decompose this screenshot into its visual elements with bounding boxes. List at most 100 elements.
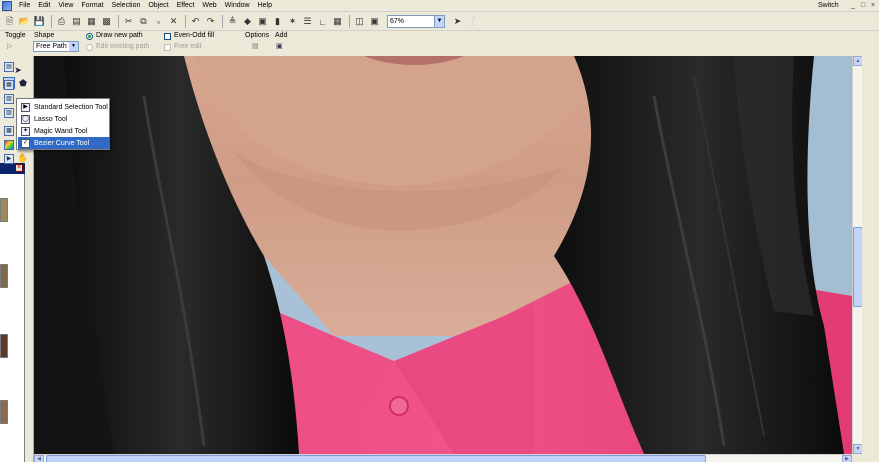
menu-selection[interactable]: Selection [108,0,145,12]
redo-icon[interactable]: ↷ [204,15,217,28]
menu-bar: File Edit View Format Selection Object E… [0,0,879,12]
docked-panel [0,174,25,462]
chevron-down-icon[interactable]: ▼ [69,42,78,51]
edit-existing-path-radio[interactable] [86,44,93,51]
bezier-curve-tool-item[interactable]: ✓ Bezier Curve Tool [18,137,110,149]
close-icon[interactable]: × [15,164,23,172]
toolbar-separator [349,15,350,28]
image-tools-icon[interactable]: ▩ [100,15,113,28]
toggle-label: Toggle [5,32,26,39]
paint-shape-icon[interactable]: ⬟ [17,77,29,89]
arrange-icon[interactable]: ◆ [241,15,254,28]
fonts-panel-icon[interactable]: ▶ [4,154,14,164]
options-label: Options [245,32,270,39]
draw-new-path-radio[interactable] [86,33,93,40]
magic-wand-icon: ✦ [21,126,30,136]
save-icon[interactable]: 💾 [33,15,46,28]
shape-select[interactable]: Free Path ▼ [33,41,79,52]
pages-panel-icon[interactable]: ▤ [4,62,14,72]
horizontal-scrollbar[interactable]: ◀ ▶ [34,454,852,462]
scroll-right-icon[interactable]: ▶ [842,455,852,462]
scroll-left-icon[interactable]: ◀ [34,455,44,462]
magic-wand-tool-item[interactable]: ✦ Magic Wand Tool [18,125,110,137]
menu-item-label: Standard Selection Tool [34,103,108,111]
paste-icon[interactable]: ▫ [152,15,165,28]
thumbnail[interactable] [0,198,8,222]
toolbar-separator [118,15,119,28]
menu-item-label: Magic Wand Tool [34,127,88,135]
context-help-icon[interactable]: ❔ [466,15,479,28]
restore-icon[interactable]: □ [859,2,867,10]
view-mode-icon[interactable]: ◫ [353,15,366,28]
close-icon[interactable]: × [869,2,877,10]
preview-icon[interactable]: ▣ [368,15,381,28]
undo-icon[interactable]: ↶ [189,15,202,28]
zoom-select[interactable]: 67% ▼ [387,15,445,28]
vertical-scrollbar[interactable]: ▲ ▼ [852,56,863,454]
bitmap-panel-icon[interactable]: ▩ [4,126,14,136]
menu-item-label: Lasso Tool [34,115,68,123]
shape-value: Free Path [36,43,67,50]
toolbar-separator [51,15,52,28]
menu-object[interactable]: Object [144,0,172,12]
gallery-panel-icon[interactable]: ▨ [4,108,14,118]
switch-button[interactable]: Switch [818,0,839,12]
menu-effect[interactable]: Effect [173,0,199,12]
menu-file[interactable]: File [15,0,34,12]
rotate-icon[interactable]: ✶ [286,15,299,28]
standard-selection-tool-item[interactable]: ▶ Standard Selection Tool [18,101,110,113]
guides-icon[interactable]: ☰ [301,15,314,28]
thumbnail[interactable] [0,334,8,358]
color-panel-icon[interactable] [4,140,14,150]
zoom-value: 67% [390,18,405,25]
lasso-tool-item[interactable]: ◯ Lasso Tool [18,113,110,125]
menu-edit[interactable]: Edit [34,0,54,12]
even-odd-fill-checkbox[interactable] [164,33,171,40]
selection-tool-flyout: ▶ Standard Selection Tool ◯ Lasso Tool ✦… [16,98,110,150]
thumbnail[interactable] [0,400,8,424]
toolbar-separator [222,15,223,28]
photo-canvas[interactable] [34,56,852,454]
export-icon[interactable]: ▦ [85,15,98,28]
bezier-curve-icon: ✓ [21,138,30,148]
new-file-icon[interactable]: 🗎 [3,15,16,28]
copy-icon[interactable]: ⧉ [137,15,150,28]
add-label: Add [275,32,288,39]
ruler-icon[interactable]: ∟ [316,15,329,28]
menu-format[interactable]: Format [77,0,107,12]
options-icon[interactable]: ▤ [252,42,259,50]
free-edit-checkbox[interactable] [164,44,171,51]
menu-web[interactable]: Web [198,0,220,12]
menu-item-label: Bezier Curve Tool [34,139,90,147]
delete-icon[interactable]: ✕ [167,15,180,28]
properties-panel-icon[interactable]: ▧ [4,94,14,104]
app-icon [2,0,12,11]
right-dock [862,56,879,462]
open-folder-icon[interactable]: 📂 [18,15,31,28]
align-icon[interactable]: ≜ [226,15,239,28]
zoom-fit-icon[interactable]: ➤ [451,15,464,28]
menu-window[interactable]: Window [221,0,254,12]
toggle-icon[interactable]: ▷ [7,42,12,50]
standard-toolbar: 🗎 📂 💾 ⎙ ▤ ▦ ▩ ✂ ⧉ ▫ ✕ ↶ ↷ ≜ ◆ ▣ ▮ ✶ ☰ ∟ … [0,13,879,31]
horizontal-scroll-thumb[interactable] [46,455,706,462]
photo-image [34,56,852,454]
fit-icon[interactable]: ▮ [271,15,284,28]
photo-editor-window: File Edit View Format Selection Object E… [0,0,879,462]
chevron-down-icon[interactable]: ▼ [434,16,444,27]
print-icon[interactable]: ⎙ [55,15,68,28]
layers-panel-icon[interactable]: ▦ [4,80,14,90]
print-preview-icon[interactable]: ▤ [70,15,83,28]
menu-view[interactable]: View [54,0,77,12]
lasso-icon: ◯ [21,114,30,124]
grid-icon[interactable]: ▦ [331,15,344,28]
edit-existing-path-label: Edit existing path [96,43,150,50]
cut-icon[interactable]: ✂ [122,15,135,28]
minimize-icon[interactable]: _ [849,2,857,10]
thumbnail[interactable] [0,264,8,288]
add-icon[interactable]: ▣ [276,42,283,50]
selection-icon: ▶ [21,102,30,112]
zoom-area-icon[interactable]: ▣ [256,15,269,28]
menu-help[interactable]: Help [254,0,276,12]
even-odd-fill-label: Even-Odd fill [174,32,215,39]
